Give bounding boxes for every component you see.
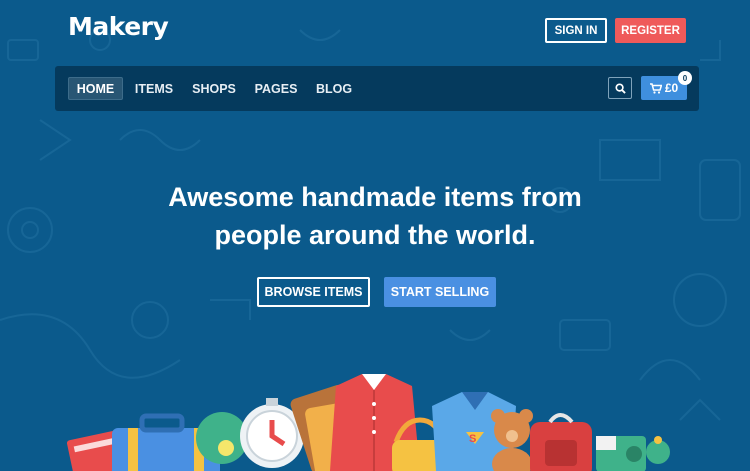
nav-item-items[interactable]: ITEMS [132,77,176,100]
sign-in-button[interactable]: SIGN IN [545,18,607,43]
start-selling-button[interactable]: START SELLING [384,277,496,307]
hero-headline-line-2: people around the world. [214,220,536,250]
svg-text:S: S [469,433,476,445]
cart-total: £0 [664,81,679,95]
nav-item-blog[interactable]: BLOG [316,77,352,100]
red-backpack-illustration [530,413,592,471]
nav-item-home[interactable]: HOME [68,77,123,100]
register-button[interactable]: REGISTER [615,18,686,43]
browse-items-button[interactable]: BROWSE ITEMS [257,277,370,307]
nav-item-shops[interactable]: SHOPS [192,77,236,100]
hero-headline: Awesome handmade items from people aroun… [0,178,750,254]
cart-count-badge: 0 [678,71,692,85]
cart-icon [649,82,662,94]
hero-items-illustration: S [66,374,670,471]
logo[interactable]: Makery [68,12,169,41]
search-button[interactable] [608,77,632,99]
teddy-bear-illustration [491,409,533,471]
search-icon [614,82,626,94]
main-navbar: HOME ITEMS SHOPS PAGES BLOG £0 0 [55,66,699,111]
nav-item-pages[interactable]: PAGES [255,77,298,100]
green-hat-illustration [646,436,670,464]
hero-headline-line-1: Awesome handmade items from [168,182,582,212]
camera-illustration [596,436,646,471]
